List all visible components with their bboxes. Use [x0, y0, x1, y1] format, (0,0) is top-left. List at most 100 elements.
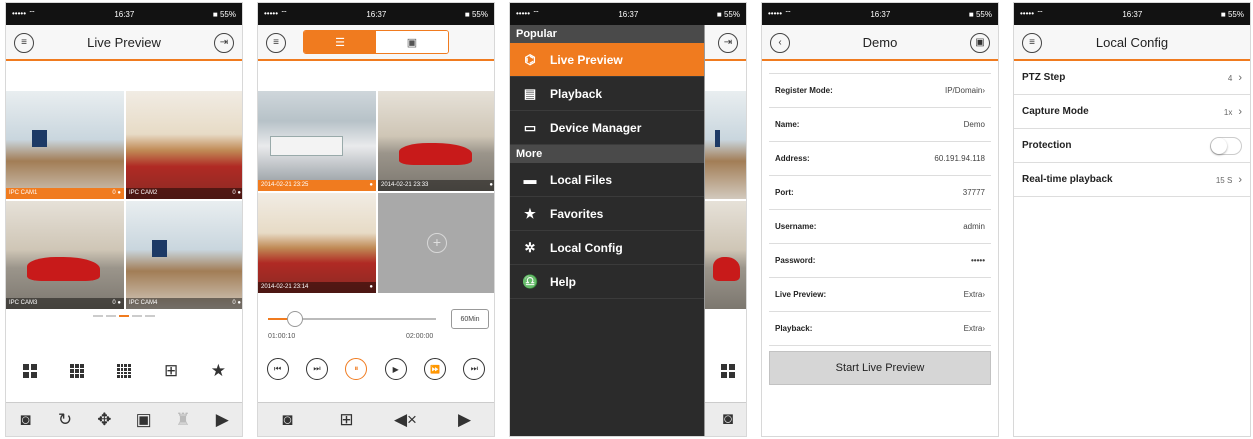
time-range-button[interactable]: 60Min: [451, 309, 489, 329]
menu-section-popular: Popular: [510, 25, 704, 43]
camera-label: IPC CAM2 0 ●: [126, 188, 242, 199]
peek-tile: [705, 91, 746, 199]
sixteen-split-icon[interactable]: [715, 358, 741, 384]
mute-icon[interactable]: ◀×: [393, 407, 419, 433]
camera-tile-1[interactable]: IPC CAM1 0 ●: [6, 91, 124, 199]
timeline-knob[interactable]: [286, 311, 303, 327]
page-title: Demo: [862, 34, 898, 50]
config-capture-mode[interactable]: Capture Mode 1x ›: [1014, 95, 1250, 129]
snapshot-icon[interactable]: ◙: [13, 407, 39, 433]
page-title: Local Config: [1095, 34, 1169, 50]
battery-indicator: ■ 55%: [464, 9, 488, 19]
playback-timeline[interactable]: [268, 311, 436, 327]
ptz-move-icon[interactable]: ✥: [91, 407, 117, 433]
camera-label: 2014-02-21 23:25 ●: [258, 180, 376, 191]
snapshot-icon[interactable]: ◙: [715, 406, 741, 432]
star-icon: ★: [524, 205, 536, 221]
slow-forward-icon[interactable]: ⏭: [305, 358, 328, 380]
camera-label: IPC CAM4 0 ●: [126, 298, 242, 309]
nav-bar: ≡ Live Preview ⇥: [6, 25, 242, 61]
camera-label: 2014-02-21 23:33 ●: [378, 180, 494, 191]
playback-tile-3[interactable]: 2014-02-21 23:14 ●: [258, 193, 376, 293]
config-protection: Protection: [1014, 129, 1250, 163]
field-username[interactable]: Username: admin: [769, 210, 991, 244]
page-title: Live Preview: [87, 34, 161, 50]
menu-icon[interactable]: ≡: [1022, 33, 1042, 53]
device-list-icon[interactable]: ⊞: [158, 358, 184, 384]
playback-tile-2[interactable]: 2014-02-21 23:33 ●: [378, 91, 494, 191]
start-live-preview-button[interactable]: Start Live Preview: [769, 351, 991, 385]
camera-tile-2[interactable]: IPC CAM2 0 ●: [126, 91, 242, 199]
signal-indicator: ••••• ⌔: [1020, 9, 1044, 18]
field-playback[interactable]: Playback: Extra›: [769, 312, 991, 346]
field-name[interactable]: Name: Demo: [769, 108, 991, 142]
menu-item-playback[interactable]: ▤ Playback: [510, 77, 704, 111]
four-split-icon[interactable]: [17, 358, 43, 384]
camera-icon: ⌬: [524, 51, 536, 67]
status-bar: ••••• ⌔ 16:37 ■ 55%: [510, 3, 746, 25]
camera-tile-4[interactable]: IPC CAM4 0 ●: [126, 201, 242, 309]
menu-item-device-manager[interactable]: ▭ Device Manager: [510, 111, 704, 145]
video-config-icon[interactable]: ▣: [131, 407, 157, 433]
clock: 16:37: [618, 9, 639, 19]
add-channel-icon[interactable]: +: [427, 233, 447, 253]
camera-label: IPC CAM3 0 ●: [6, 298, 124, 309]
sixteen-split-icon[interactable]: [111, 358, 137, 384]
battery-indicator: ■ 55%: [968, 9, 992, 19]
menu-item-local-files[interactable]: ▬ Local Files: [510, 163, 704, 197]
menu-item-local-config[interactable]: ✲ Local Config: [510, 231, 704, 265]
multi-view-tab[interactable]: ☰: [304, 31, 376, 53]
field-password[interactable]: Password: •••••: [769, 244, 991, 278]
view-mode-toggle: ☰ ▣: [303, 30, 449, 54]
play-icon[interactable]: ▶: [384, 358, 407, 380]
camera-label: IPC CAM1 0 ●: [6, 188, 124, 199]
start-time: 01:00:10: [268, 333, 296, 340]
config-list: PTZ Step 4 › Capture Mode 1x › Protection Re…: [1014, 61, 1250, 197]
alarm-icon[interactable]: ♜: [170, 407, 196, 433]
fast-forward-icon[interactable]: ⏩: [423, 358, 446, 380]
device-list-icon[interactable]: ⊞: [334, 407, 360, 433]
config-realtime-playback[interactable]: Real-time playback 15 S ›: [1014, 163, 1250, 197]
signal-indicator: ••••• ⌔: [768, 9, 792, 18]
menu-icon[interactable]: ≡: [14, 33, 34, 53]
config-ptz-step[interactable]: PTZ Step 4 ›: [1014, 61, 1250, 95]
side-menu: Popular ⌬ Live Preview ▤ Playback ▭ Device …: [510, 25, 704, 436]
ptz-rotate-icon[interactable]: ↻: [52, 407, 78, 433]
field-port[interactable]: Port: 37777: [769, 176, 991, 210]
page-indicator: [6, 315, 242, 317]
battery-indicator: ■ 55%: [212, 9, 236, 19]
playback-tile-1[interactable]: 2014-02-21 23:25 ●: [258, 91, 376, 191]
menu-item-live-preview[interactable]: ⌬ Live Preview: [510, 43, 704, 77]
record-icon[interactable]: ▶: [209, 407, 235, 433]
bottom-toolbar: ◙ ⊞ ◀× ▶: [258, 402, 494, 436]
field-register-mode[interactable]: Register Mode: IP/Domain›: [769, 74, 991, 108]
pause-icon[interactable]: ⏸: [345, 358, 368, 380]
signal-indicator: ••••• ⌔: [12, 9, 36, 18]
peek-tile: [705, 201, 746, 309]
menu-icon[interactable]: ≡: [266, 33, 286, 53]
exit-icon[interactable]: ⇥: [718, 33, 738, 53]
next-frame-icon[interactable]: ⏭: [463, 358, 486, 380]
nine-split-icon[interactable]: [64, 358, 90, 384]
camera-tile-3[interactable]: IPC CAM3 0 ●: [6, 201, 124, 309]
menu-item-help[interactable]: ♎ Help: [510, 265, 704, 299]
menu-section-more: More: [510, 145, 704, 163]
single-view-tab[interactable]: ▣: [376, 31, 448, 53]
field-address[interactable]: Address: 60.191.94.118: [769, 142, 991, 176]
back-icon[interactable]: ‹: [770, 33, 790, 53]
record-icon[interactable]: ▶: [452, 407, 478, 433]
empty-tile[interactable]: +: [378, 193, 494, 293]
nav-bar: ≡ Local Config: [1014, 25, 1250, 61]
favorite-star-icon[interactable]: ★: [205, 358, 231, 384]
menu-item-favorites[interactable]: ★ Favorites: [510, 197, 704, 231]
exit-icon[interactable]: ⇥: [214, 33, 234, 53]
phone-device-detail: ••••• ⌔ 16:37 ■ 55% ‹ Demo ▣ Register Mo…: [761, 2, 999, 437]
first-frame-icon[interactable]: ⏮: [266, 358, 289, 380]
field-live-preview[interactable]: Live Preview: Extra›: [769, 278, 991, 312]
help-icon: ♎: [522, 273, 539, 289]
snapshot-icon[interactable]: ◙: [275, 407, 301, 433]
protection-toggle[interactable]: [1210, 136, 1242, 155]
signal-indicator: ••••• ⌔: [264, 9, 288, 18]
save-icon[interactable]: ▣: [970, 33, 990, 53]
battery-indicator: ■ 55%: [716, 9, 740, 19]
